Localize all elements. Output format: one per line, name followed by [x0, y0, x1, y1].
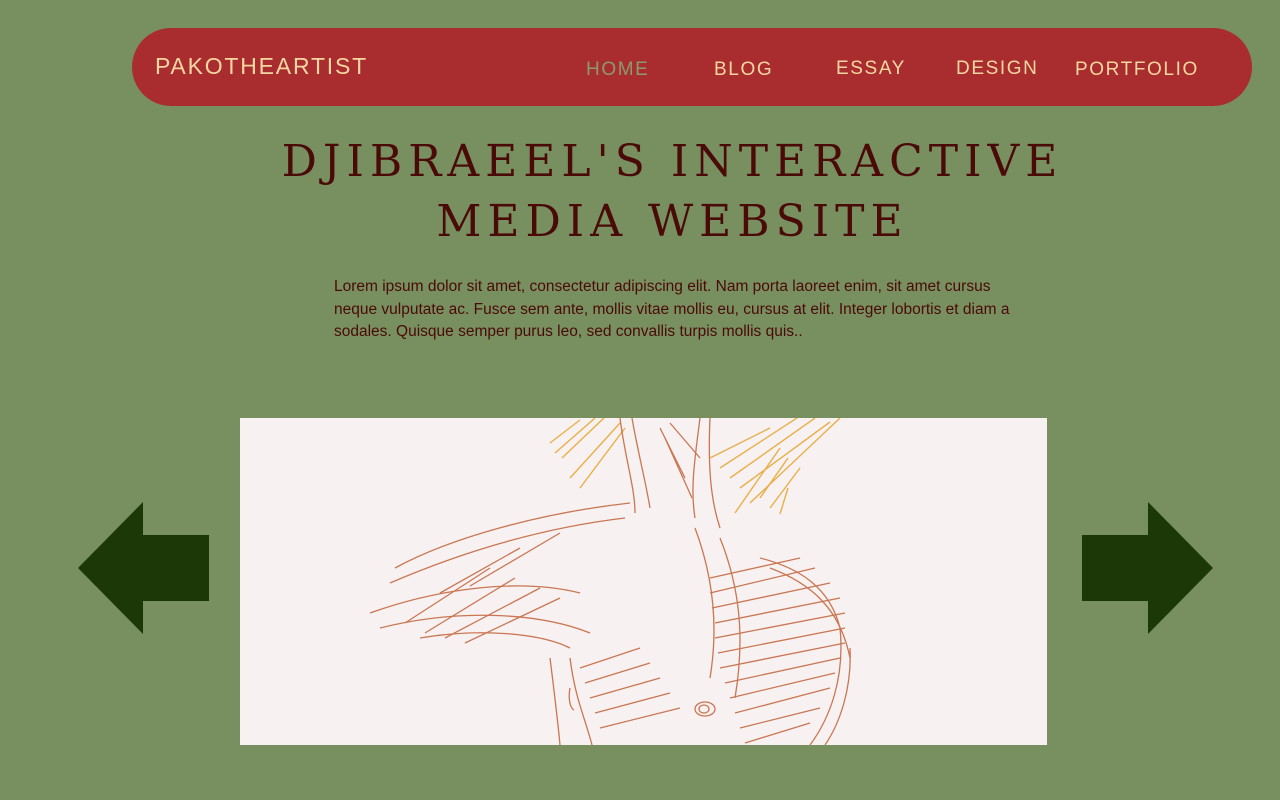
nav-blog[interactable]: BLOG — [714, 59, 773, 81]
brand-logo[interactable]: PAKOTHEARTIST — [155, 53, 368, 80]
arrow-right-icon — [1082, 502, 1213, 634]
arrow-left-icon — [78, 502, 209, 634]
nav-home[interactable]: HOME — [586, 59, 649, 81]
page: PAKOTHEARTIST HOME BLOG ESSAY DESIGN POR… — [0, 0, 1280, 800]
page-title-line-1: DJIBRAEEL'S INTERACTIVE — [281, 136, 1064, 187]
page-title: DJIBRAEEL'S INTERACTIVE MEDIA WEBSITE — [240, 132, 1105, 252]
top-navbar: PAKOTHEARTIST HOME BLOG ESSAY DESIGN POR… — [132, 28, 1252, 106]
nav-design[interactable]: DESIGN — [956, 58, 1038, 80]
intro-paragraph: Lorem ipsum dolor sit amet, consectetur … — [334, 278, 1010, 340]
sketch-artwork — [240, 418, 1047, 745]
nav-essay[interactable]: ESSAY — [836, 58, 906, 80]
carousel-image — [240, 418, 1047, 745]
page-title-line-2: MEDIA WEBSITE — [436, 196, 909, 247]
nav-portfolio[interactable]: PORTFOLIO — [1075, 59, 1199, 81]
carousel-prev-button[interactable] — [77, 502, 211, 634]
carousel-next-button[interactable] — [1080, 502, 1214, 634]
